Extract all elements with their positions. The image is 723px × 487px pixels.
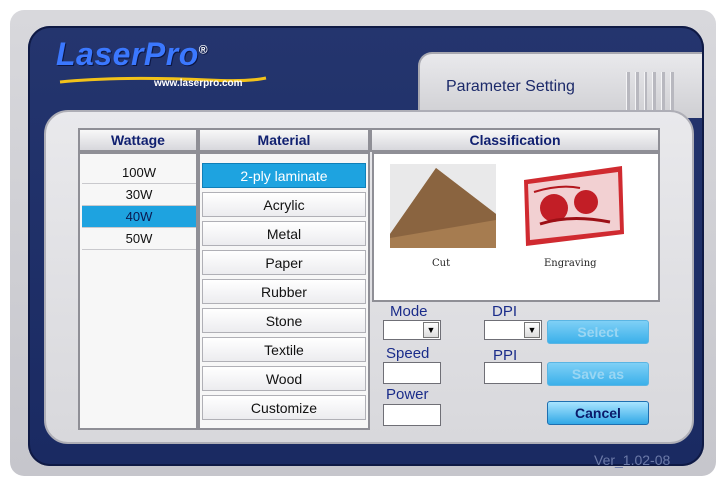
engraving-sample-image[interactable] xyxy=(520,164,626,248)
wattage-item-30w[interactable]: 30W xyxy=(82,184,196,206)
save-as-button[interactable]: Save as xyxy=(547,362,649,386)
select-button[interactable]: Select xyxy=(547,320,649,344)
wattage-item-50w[interactable]: 50W xyxy=(82,228,196,250)
mode-label: Mode xyxy=(390,303,428,320)
material-item-customize[interactable]: Customize xyxy=(202,395,366,420)
classification-header: Classification xyxy=(370,128,660,152)
material-list: 2-ply laminate Acrylic Metal Paper Rubbe… xyxy=(198,152,370,430)
material-item-2-ply-laminate[interactable]: 2-ply laminate xyxy=(202,163,366,188)
laserpro-logo: LaserPro® xyxy=(56,36,208,73)
material-item-stone[interactable]: Stone xyxy=(202,308,366,333)
logo-registered-mark: ® xyxy=(198,42,209,57)
wattage-list: 100W 30W 40W 50W xyxy=(78,152,198,430)
material-item-textile[interactable]: Textile xyxy=(202,337,366,362)
cancel-button[interactable]: Cancel xyxy=(547,401,649,425)
chevron-down-icon[interactable]: ▼ xyxy=(524,322,540,338)
wattage-header: Wattage xyxy=(78,128,198,152)
page-title: Parameter Setting xyxy=(446,78,575,95)
chevron-down-icon[interactable]: ▼ xyxy=(423,322,439,338)
material-header: Material xyxy=(198,128,370,152)
dpi-label: DPI xyxy=(492,303,518,320)
version-label: Ver_1.02-08 xyxy=(594,452,671,468)
material-item-wood[interactable]: Wood xyxy=(202,366,366,391)
logo-text: LaserPro xyxy=(56,36,199,72)
wattage-item-100w[interactable]: 100W xyxy=(82,162,196,184)
mode-dropdown[interactable]: ▼ xyxy=(383,320,441,340)
classification-panel: Cut Engraving xyxy=(372,152,660,302)
speed-label: Speed xyxy=(386,345,430,362)
power-input[interactable] xyxy=(383,404,441,426)
cut-sample-image[interactable] xyxy=(390,164,496,248)
material-item-acrylic[interactable]: Acrylic xyxy=(202,192,366,217)
vent-grill-icon xyxy=(626,72,674,112)
material-item-paper[interactable]: Paper xyxy=(202,250,366,275)
material-item-metal[interactable]: Metal xyxy=(202,221,366,246)
logo-url: www.laserpro.com xyxy=(154,78,243,89)
ppi-input[interactable] xyxy=(484,362,542,384)
cut-caption: Cut xyxy=(432,258,451,269)
material-item-rubber[interactable]: Rubber xyxy=(202,279,366,304)
engraving-caption: Engraving xyxy=(544,258,597,269)
speed-input[interactable] xyxy=(383,362,441,384)
power-label: Power xyxy=(386,386,429,403)
dpi-dropdown[interactable]: ▼ xyxy=(484,320,542,340)
wattage-item-40w[interactable]: 40W xyxy=(82,206,196,228)
